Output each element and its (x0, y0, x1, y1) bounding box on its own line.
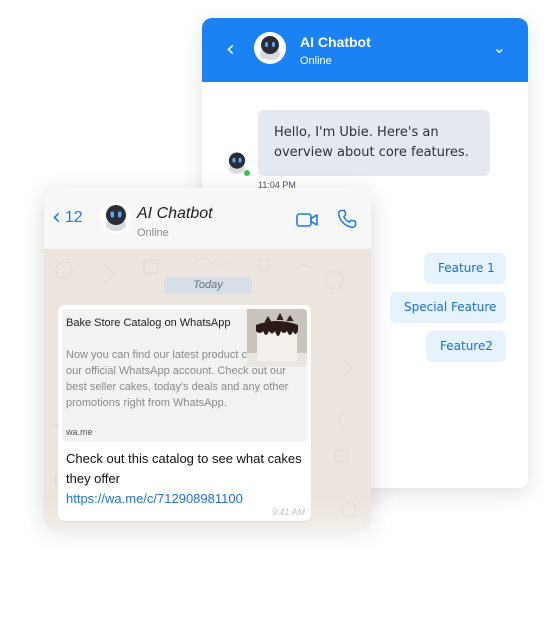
chevron-left-icon: ‹ (52, 205, 61, 230)
chevron-down-icon[interactable]: ⌄ (493, 38, 506, 57)
robot-avatar-icon[interactable] (100, 202, 132, 234)
phone-icon[interactable] (337, 209, 357, 229)
web-chat-title: AI Chatbot (300, 34, 371, 50)
message-body: Check out this catalog to see what cakes… (66, 451, 302, 486)
chevron-left-icon[interactable]: ‹ (226, 38, 235, 62)
cake-thumbnail (247, 309, 307, 367)
date-divider: Today (164, 277, 252, 294)
whatsapp-chat-window: ‹ 12 AI Chatbot Online Today Bake Store … (44, 188, 371, 528)
online-status-dot (243, 169, 251, 177)
robot-avatar-icon (254, 32, 286, 64)
link-preview-card[interactable]: Bake Store Catalog on WhatsApp Now you c… (62, 309, 307, 442)
link-preview-domain: wa.me (66, 427, 93, 437)
message-bubble: Bake Store Catalog on WhatsApp Now you c… (58, 305, 311, 521)
quick-reply-special-feature[interactable]: Special Feature (390, 292, 506, 323)
contact-status: Online (137, 227, 169, 239)
quick-reply-feature-2[interactable]: Feature2 (426, 331, 506, 362)
web-chat-status: Online (300, 55, 332, 67)
message-timestamp: 9:41 AM (271, 507, 305, 517)
video-call-icon[interactable] (296, 212, 318, 228)
contact-name[interactable]: AI Chatbot (137, 205, 213, 223)
web-chat-header: ‹ AI Chatbot Online ⌄ (202, 18, 528, 82)
whatsapp-message-area: Today Bake Store Catalog on WhatsApp Now… (44, 250, 371, 528)
back-button[interactable]: ‹ 12 (52, 205, 83, 230)
whatsapp-header: ‹ 12 AI Chatbot Online (44, 188, 371, 250)
link-preview-title: Bake Store Catalog on WhatsApp (66, 317, 231, 329)
catalog-link[interactable]: https://wa.me/c/712908981100 (66, 491, 243, 506)
quick-reply-feature-1[interactable]: Feature 1 (424, 253, 506, 284)
message-text: Check out this catalog to see what cakes… (66, 449, 306, 509)
unread-count: 12 (64, 209, 83, 226)
bot-message-bubble: Hello, I'm Ubie. Here's an overview abou… (258, 110, 490, 176)
